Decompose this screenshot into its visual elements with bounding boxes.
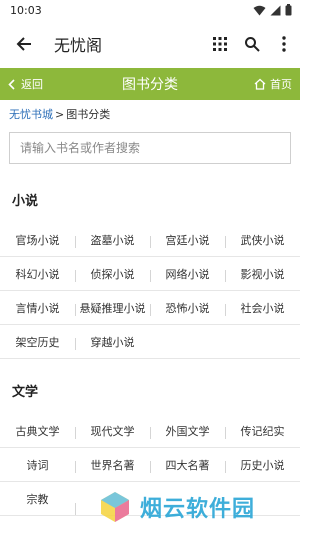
category-row: 科幻小说 侦探小说 网络小说 影视小说: [0, 257, 300, 291]
category-item[interactable]: 宗教: [0, 491, 75, 507]
category-item[interactable]: 历史小说: [225, 457, 300, 473]
section-title-literature: 文学: [12, 385, 39, 400]
category-item[interactable]: 网络小说: [150, 266, 225, 282]
breadcrumb-current: 图书分类: [66, 108, 111, 121]
breadcrumb: 无忧书城 > 图书分类: [0, 100, 300, 128]
category-item[interactable]: 科幻小说: [0, 266, 75, 282]
category-item[interactable]: 古典文学: [0, 423, 75, 439]
search-icon[interactable]: [242, 34, 262, 54]
watermark-text: 烟云软件园: [140, 496, 256, 522]
status-time: 10:03: [10, 3, 42, 17]
category-item[interactable]: 影视小说: [225, 266, 300, 282]
category-item[interactable]: 世界名著: [75, 457, 150, 473]
home-link[interactable]: 首页: [254, 76, 292, 92]
category-item[interactable]: 悬疑推理小说: [75, 300, 150, 316]
category-row: 诗词 世界名著 四大名著 历史小说: [0, 448, 300, 482]
category-item[interactable]: 架空历史: [0, 334, 75, 350]
category-item[interactable]: 四大名著: [150, 457, 225, 473]
app-title: 无忧阁: [54, 36, 103, 55]
breadcrumb-home-link[interactable]: 无忧书城: [9, 106, 53, 122]
grid-menu-icon[interactable]: [210, 34, 230, 54]
chevron-left-icon: [8, 78, 15, 90]
category-header: 返回 图书分类 首页: [0, 68, 300, 100]
more-vert-icon[interactable]: [274, 34, 294, 54]
app-bar-actions: [210, 34, 294, 54]
section-title-novel: 小说: [12, 194, 39, 209]
back-link-label: 返回: [21, 78, 43, 91]
category-row: 官场小说 盗墓小说 宫廷小说 武侠小说: [0, 223, 300, 257]
category-item[interactable]: 盗墓小说: [75, 232, 150, 248]
category-item[interactable]: 社会小说: [225, 300, 300, 316]
category-item[interactable]: 武侠小说: [225, 232, 300, 248]
category-item[interactable]: 外国文学: [150, 423, 225, 439]
category-item[interactable]: 宫廷小说: [150, 232, 225, 248]
category-row: 古典文学 现代文学 外国文学 传记纪实: [0, 414, 300, 448]
category-row: 架空历史 穿越小说: [0, 325, 300, 359]
category-row: 言情小说 悬疑推理小说 恐怖小说 社会小说: [0, 291, 300, 325]
category-item[interactable]: 诗词: [0, 457, 75, 473]
wifi-icon: [253, 5, 266, 15]
status-bar: 10:03: [0, 0, 300, 20]
category-item[interactable]: 穿越小说: [75, 334, 150, 350]
category-item[interactable]: 官场小说: [0, 232, 75, 248]
breadcrumb-separator: >: [55, 107, 65, 121]
search-container: [0, 128, 300, 164]
home-icon: [254, 78, 266, 90]
back-arrow-icon[interactable]: [12, 32, 36, 56]
category-item[interactable]: 传记纪实: [225, 423, 300, 439]
back-link[interactable]: 返回: [8, 76, 43, 92]
category-item[interactable]: 恐怖小说: [150, 300, 225, 316]
category-item[interactable]: 言情小说: [0, 300, 75, 316]
watermark: 烟云软件园: [98, 480, 300, 533]
category-grid-novel: 官场小说 盗墓小说 宫廷小说 武侠小说 科幻小说 侦探小说 网络小说 影视小说 …: [0, 223, 300, 359]
search-input[interactable]: [9, 132, 291, 164]
watermark-logo-icon: [101, 491, 129, 522]
status-icons: [253, 4, 292, 16]
category-item[interactable]: 侦探小说: [75, 266, 150, 282]
category-item[interactable]: 现代文学: [75, 423, 150, 439]
signal-icon: [270, 5, 281, 15]
home-link-label: 首页: [270, 78, 292, 91]
app-bar: 无忧阁: [0, 20, 300, 68]
battery-icon: [285, 4, 292, 16]
